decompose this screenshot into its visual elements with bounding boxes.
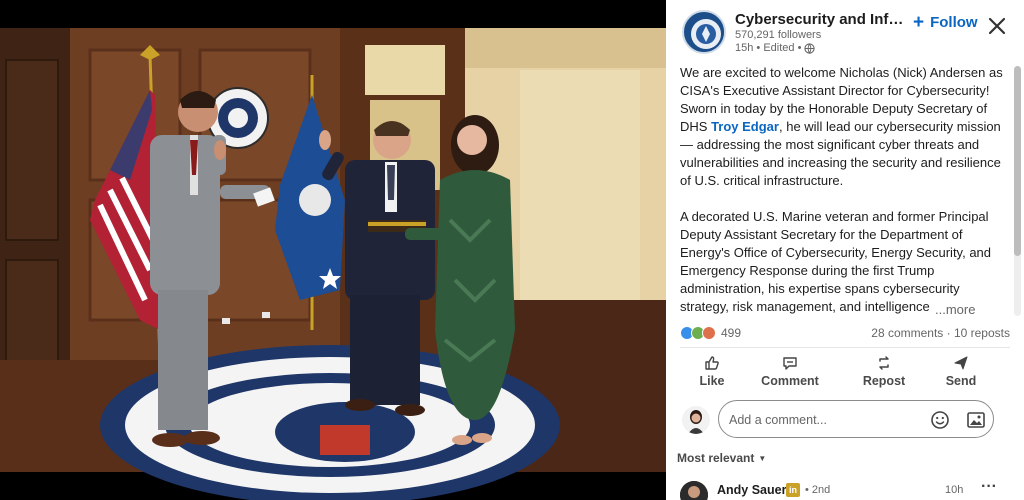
- send-button[interactable]: Send: [921, 352, 1001, 392]
- follower-count: 570,291 followers: [735, 29, 822, 41]
- speech-bubble-icon: [783, 357, 797, 370]
- reactions-summary[interactable]: 499: [680, 326, 741, 340]
- smiley-icon[interactable]: [930, 410, 950, 430]
- comments-reposts-count[interactable]: 28 comments · 10 reposts: [871, 326, 1010, 340]
- sort-label: Most relevant: [677, 451, 755, 465]
- post-photo: [0, 0, 666, 500]
- comment-item: Andy Sauer in • 2nd 10h ···: [666, 476, 1024, 500]
- comment-button[interactable]: Comment: [750, 352, 830, 392]
- like-label: Like: [699, 374, 725, 388]
- like-button[interactable]: Like: [672, 352, 752, 392]
- comment-box[interactable]: [718, 400, 994, 438]
- cisa-seal-icon: [686, 14, 724, 52]
- repost-label: Repost: [862, 374, 906, 388]
- user-avatar-icon: [682, 406, 710, 434]
- post-header: Cybersecurity and Infra... 570,291 follo…: [666, 0, 1024, 62]
- post-meta: 15h • Edited •: [735, 42, 816, 54]
- divider: [680, 347, 1010, 348]
- post-viewer-modal: Cybersecurity and Infra... 570,291 follo…: [0, 0, 1024, 500]
- social-counts: 499 28 comments · 10 reposts: [680, 324, 1010, 344]
- see-more-link[interactable]: ...more: [933, 302, 976, 317]
- linkedin-premium-badge: in: [786, 483, 800, 497]
- post-paragraph-1: We are excited to welcome Nicholas (Nick…: [680, 64, 1006, 190]
- comment-timestamp: 10h: [945, 484, 964, 496]
- post-paragraph-2: A decorated U.S. Marine veteran and form…: [680, 209, 992, 314]
- follow-button[interactable]: + Follow: [913, 11, 978, 33]
- caret-down-icon: ▼: [758, 453, 767, 463]
- comment-composer: [666, 400, 1024, 440]
- globe-icon: [804, 42, 816, 54]
- thumbs-up-icon: [705, 356, 719, 370]
- mention-link[interactable]: Troy Edgar: [711, 119, 779, 134]
- reaction-count[interactable]: 499: [721, 326, 741, 340]
- org-logo[interactable]: [682, 10, 726, 54]
- plus-icon: +: [913, 11, 925, 33]
- commenter-avatar[interactable]: [680, 481, 708, 500]
- repost-button[interactable]: Repost: [844, 352, 924, 392]
- follow-label: Follow: [930, 14, 978, 31]
- send-label: Send: [945, 374, 977, 388]
- connection-degree: • 2nd: [805, 484, 831, 496]
- avatar[interactable]: [682, 406, 710, 434]
- post-detail-panel: Cybersecurity and Infra... 570,291 follo…: [666, 0, 1024, 500]
- comment-input[interactable]: [729, 410, 919, 430]
- commenter-avatar-icon: [680, 481, 708, 500]
- close-icon[interactable]: [987, 16, 1007, 36]
- comment-sort-dropdown[interactable]: Most relevant ▼: [677, 451, 766, 465]
- swearing-in-photo: [0, 0, 666, 500]
- commenter-name[interactable]: Andy Sauer: [717, 483, 786, 497]
- repost-arrows-icon: [879, 356, 889, 370]
- action-bar: Like Comment Repost Send: [666, 352, 1024, 392]
- comment-more-options-icon[interactable]: ···: [981, 478, 997, 496]
- post-scrollbar[interactable]: [1014, 66, 1021, 316]
- paper-plane-icon: [954, 356, 968, 370]
- post-timestamp: 15h • Edited •: [735, 42, 802, 54]
- scrollbar-thumb[interactable]: [1014, 66, 1021, 256]
- comment-label: Comment: [761, 374, 819, 388]
- love-reaction-icon: [702, 326, 716, 340]
- org-name-link[interactable]: Cybersecurity and Infra...: [735, 11, 905, 28]
- post-body: We are excited to welcome Nicholas (Nick…: [680, 64, 1006, 318]
- image-icon[interactable]: [966, 410, 986, 430]
